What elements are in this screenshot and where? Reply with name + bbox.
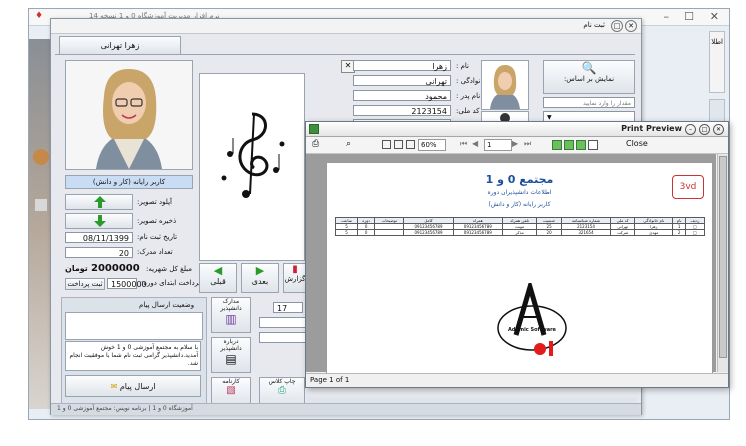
minimize-icon[interactable]: – bbox=[685, 124, 696, 135]
books-icon: ▥ bbox=[225, 312, 237, 326]
close-icon[interactable]: ✕ bbox=[710, 10, 719, 23]
background-right-panel: اطلا bbox=[709, 31, 725, 93]
prev-button[interactable]: ◀ قبلی bbox=[199, 263, 237, 293]
vertical-scrollbar[interactable] bbox=[717, 154, 728, 372]
preview-toolbar: ⎙ ⌕ 60% ⏮ ◀ 1 ▶ ⏭ Close bbox=[306, 137, 728, 154]
course-image bbox=[199, 73, 305, 261]
envelope-icon: ✉ bbox=[110, 382, 118, 391]
save-image-label: ذخیره تصویر: bbox=[137, 217, 177, 225]
footer-bar: آموزشگاه 0 و 1 | برنامه نویس: مجتمع آموز… bbox=[51, 403, 641, 415]
company-logo: Ademic Software bbox=[492, 283, 572, 363]
upload-image-button[interactable] bbox=[65, 194, 133, 210]
preview-title: Print Preview bbox=[621, 124, 682, 133]
stepper-field[interactable]: 17 bbox=[273, 302, 303, 313]
report-course: کاربر رایانه (کار و دانش) bbox=[488, 201, 551, 208]
first-payment-label: پرداخت ابتدای دوره: bbox=[141, 279, 201, 287]
maximize-icon[interactable]: □ bbox=[699, 124, 710, 135]
view-4-icon[interactable] bbox=[588, 140, 598, 150]
extra-field-2[interactable] bbox=[259, 332, 307, 343]
father-name-label: نام پدر : bbox=[456, 92, 481, 100]
first-payment-field[interactable]: 1500000 bbox=[107, 278, 147, 289]
preview-statusbar: Page 1 of 1 bbox=[306, 373, 728, 387]
report-card-icon: ▧ bbox=[226, 385, 236, 396]
table-row: 50 09123456789 09123456789 مذکر 20 32165… bbox=[334, 229, 706, 236]
save-image-button[interactable] bbox=[65, 213, 133, 229]
course-caption: کاربر رایانه (کار و دانش) bbox=[65, 175, 193, 189]
tab-student-name[interactable]: زهرا تهرانی bbox=[59, 36, 181, 54]
currency-label: تومان bbox=[65, 264, 88, 273]
message-text[interactable]: با سلام به مجتمع آموزشی 0 و 1 خوش آمدید.… bbox=[65, 341, 201, 371]
maximize-icon[interactable]: □ bbox=[611, 20, 623, 32]
report-icon: ▮ bbox=[292, 264, 298, 275]
last-name-field[interactable]: تهرانی bbox=[353, 75, 451, 86]
docs-count-field[interactable]: 20 bbox=[65, 247, 133, 258]
printer-icon: ⎙ bbox=[278, 385, 286, 396]
register-date-field[interactable]: 08/11/1399 bbox=[65, 232, 133, 243]
student-docs-button[interactable]: مدارک دانشپذیر ▥ bbox=[211, 297, 251, 333]
first-name-field[interactable]: زهرا bbox=[353, 60, 451, 71]
close-icon[interactable]: ✕ bbox=[713, 124, 724, 135]
minimize-icon[interactable]: – bbox=[664, 10, 670, 23]
preview-titlebar: Print Preview – □ ✕ bbox=[306, 122, 728, 137]
arrow-up-icon bbox=[94, 196, 106, 208]
register-date-label: تاریخ ثبت نام: bbox=[137, 233, 178, 241]
last-page-icon[interactable]: ⏭ bbox=[524, 139, 531, 149]
search-input[interactable]: مقدار را وارد نمایید bbox=[543, 97, 635, 108]
national-code-label: کد ملی: bbox=[456, 107, 480, 115]
view-1-icon[interactable] bbox=[552, 140, 562, 150]
send-message-button[interactable]: ✉ ارسال پیام bbox=[65, 375, 201, 397]
two-page-icon[interactable] bbox=[394, 140, 403, 149]
search-icon: 🔍 bbox=[581, 61, 597, 75]
footer-text: آموزشگاه 0 و 1 | برنامه نویس: مجتمع آموز… bbox=[57, 405, 193, 412]
close-icon[interactable]: ✕ bbox=[625, 20, 637, 32]
report-page: 3vd مجتمع 0 و 1 اطلاعات دانشپذیران دوره … bbox=[326, 162, 713, 379]
maximize-icon[interactable]: ☐ bbox=[684, 10, 694, 23]
background-side-image bbox=[29, 39, 51, 409]
arrow-down-icon bbox=[94, 215, 106, 227]
zoom-field[interactable]: 60% bbox=[418, 139, 446, 151]
student-photo bbox=[65, 60, 193, 170]
registration-titlebar: ثبت نام ✕ □ bbox=[51, 19, 641, 34]
pay-button[interactable]: ثبت پرداخت bbox=[65, 278, 105, 290]
view-2-icon[interactable] bbox=[564, 140, 574, 150]
message-status-label: وضعیت ارسال پیام bbox=[139, 301, 195, 309]
view-3-icon[interactable] bbox=[576, 140, 586, 150]
docs-count-label: تعداد مدرک: bbox=[137, 248, 173, 256]
preview-app-icon bbox=[309, 124, 319, 134]
next-button[interactable]: ▶ بعدی bbox=[241, 263, 279, 293]
company-logo-text: Ademic Software bbox=[508, 327, 556, 333]
message-status-box bbox=[65, 312, 203, 340]
extra-field-1[interactable] bbox=[259, 317, 307, 328]
arrow-left-icon: ◀ bbox=[213, 264, 223, 277]
tuition-label: مبلغ کل شهریه: bbox=[146, 265, 193, 273]
one-page-icon[interactable] bbox=[382, 140, 391, 149]
report-title: مجتمع 0 و 1 bbox=[485, 173, 554, 186]
report-button[interactable]: ▮ گزارش bbox=[283, 263, 307, 293]
app-logo-icon: ♦ bbox=[35, 11, 44, 21]
window-title: ثبت نام bbox=[583, 21, 605, 29]
student-thumbnail bbox=[481, 60, 529, 110]
page-width-icon[interactable] bbox=[406, 140, 415, 149]
zoom-icon[interactable]: ⌕ bbox=[346, 139, 351, 149]
table-header-row: ساعت دوره توضیحات کامل همراه تلفن همراه جن… bbox=[334, 217, 706, 224]
page-status: Page 1 of 1 bbox=[310, 376, 350, 384]
prev-page-icon[interactable]: ◀ bbox=[472, 139, 478, 148]
preview-close-button[interactable]: Close bbox=[626, 139, 648, 148]
print-preview-window: Print Preview – □ ✕ ⎙ ⌕ 60% ⏮ ◀ 1 ▶ ⏭ Cl… bbox=[305, 121, 729, 388]
first-name-label: نام : bbox=[456, 62, 469, 70]
report-subtitle: اطلاعات دانشپذیران دوره bbox=[487, 189, 552, 196]
next-page-icon[interactable]: ▶ bbox=[512, 139, 518, 148]
father-name-field[interactable]: محمود bbox=[353, 90, 451, 101]
search-button[interactable]: 🔍 نمایش بر اساس: bbox=[543, 60, 635, 94]
speech-bubble-icon: ▤ bbox=[225, 352, 237, 366]
national-code-field[interactable]: 2123154 bbox=[353, 105, 451, 116]
about-student-button[interactable]: درباره دانشپذیر ▤ bbox=[211, 337, 251, 373]
arrow-right-icon: ▶ bbox=[255, 264, 265, 277]
upload-label: آپلود تصویر: bbox=[137, 198, 172, 206]
first-page-icon[interactable]: ⏮ bbox=[460, 139, 467, 149]
report-table: ساعت دوره توضیحات کامل همراه تلفن همراه جن… bbox=[334, 217, 706, 236]
tuition-value: 2000000 bbox=[91, 263, 140, 274]
page-field[interactable]: 1 bbox=[484, 139, 512, 151]
print-icon[interactable]: ⎙ bbox=[312, 139, 319, 149]
